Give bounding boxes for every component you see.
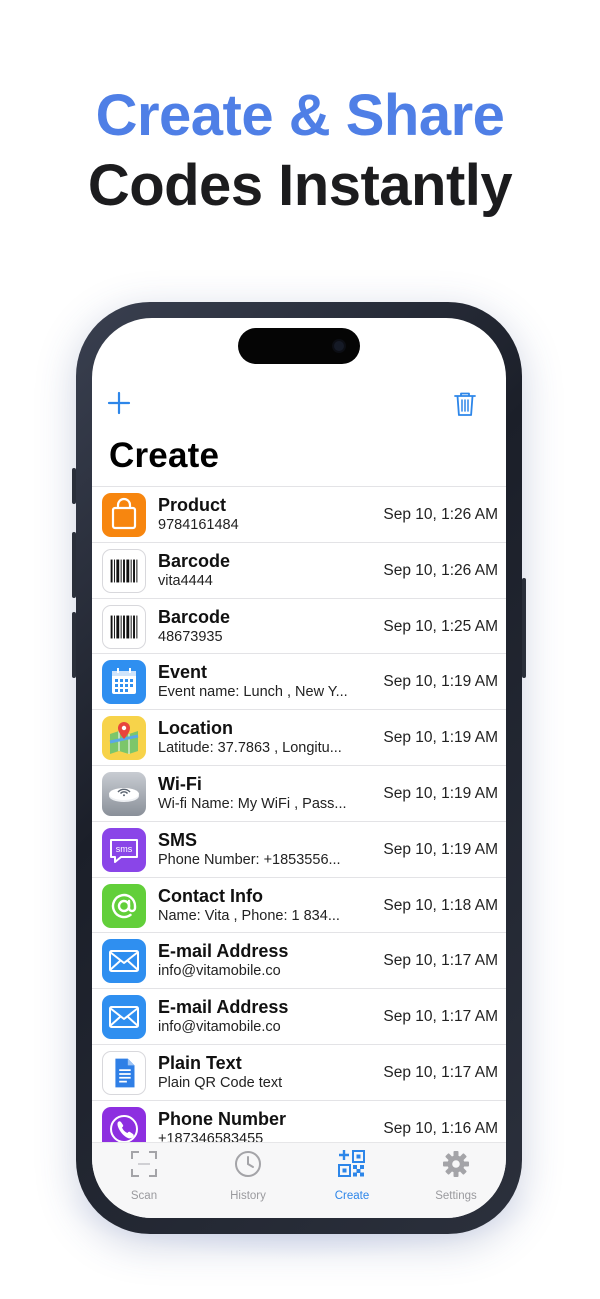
item-date: Sep 10, 1:18 AM — [383, 896, 498, 914]
plus-icon — [107, 391, 131, 415]
at-sign-icon — [102, 883, 146, 928]
list-item-barcode[interactable]: Barcode 48673935 Sep 10, 1:25 AM — [92, 599, 506, 655]
item-date: Sep 10, 1:19 AM — [383, 729, 498, 747]
trash-icon — [454, 392, 476, 416]
page-title: Create — [109, 436, 220, 475]
phone-volume-up-button — [72, 532, 76, 598]
list-item-wifi[interactable]: Wi-Fi Wi-fi Name: My WiFi , Pass... Sep … — [92, 766, 506, 822]
list-item-event[interactable]: Event Event name: Lunch , New Y... Sep 1… — [92, 654, 506, 711]
item-detail: vita4444 — [158, 572, 213, 589]
dynamic-island — [238, 328, 360, 364]
item-date: Sep 10, 1:17 AM — [383, 1063, 498, 1081]
item-date: Sep 10, 1:26 AM — [383, 561, 498, 579]
item-type: Product — [158, 495, 227, 515]
tab-label: Create — [334, 1190, 370, 1202]
phone-action-button — [72, 468, 76, 504]
front-camera — [332, 339, 346, 353]
item-date: Sep 10, 1:17 AM — [383, 1008, 498, 1026]
tab-bar: Scan History Create Settings — [92, 1142, 506, 1218]
list-item-email[interactable]: E-mail Address info@vitamobile.co Sep 10… — [92, 933, 506, 990]
item-detail: +187346583455 — [158, 1130, 264, 1142]
shopping-bag-icon — [102, 493, 146, 537]
item-detail: Phone Number: +1853556... — [158, 851, 341, 868]
list-item-barcode[interactable]: Barcode vita4444 Sep 10, 1:26 AM — [92, 543, 506, 599]
item-type: Contact Info — [158, 885, 263, 906]
item-date: Sep 10, 1:25 AM — [383, 617, 498, 635]
list-item-email[interactable]: E-mail Address info@vitamobile.co Sep 10… — [92, 989, 506, 1045]
add-button[interactable] — [106, 390, 132, 416]
item-detail: Wi-fi Name: My WiFi , Pass... — [158, 795, 347, 812]
item-type: Wi-Fi — [158, 773, 202, 794]
barcode-icon — [102, 548, 146, 593]
item-date: Sep 10, 1:17 AM — [383, 952, 498, 970]
tab-label: History — [230, 1190, 266, 1202]
item-date: Sep 10, 1:19 AM — [383, 784, 498, 802]
item-detail: info@vitamobile.co — [158, 1019, 281, 1036]
item-type: SMS — [158, 829, 198, 850]
list-item-sms[interactable]: sms SMS Phone Number: +1853556... Sep 10… — [92, 822, 506, 878]
item-type: Barcode — [158, 606, 231, 627]
navigation-bar — [92, 382, 506, 426]
envelope-icon — [102, 939, 146, 984]
calendar-icon — [102, 660, 146, 705]
document-icon — [102, 1050, 146, 1095]
created-codes-list[interactable]: Product 9784161484 Sep 10, 1:26 AM Barco… — [92, 486, 506, 1142]
tab-history[interactable]: History — [196, 1149, 300, 1209]
item-date: Sep 10, 1:26 AM — [383, 506, 498, 523]
list-item-plain-text[interactable]: Plain Text Plain QR Code text Sep 10, 1:… — [92, 1045, 506, 1101]
headline-line-1: Create & Share — [95, 83, 505, 148]
item-detail: 9784161484 — [158, 517, 239, 533]
item-type: Plain Text — [158, 1052, 242, 1073]
map-pin-icon — [102, 716, 146, 761]
item-type: Event — [158, 662, 208, 683]
gear-icon — [443, 1151, 469, 1177]
phone-volume-down-button — [72, 612, 76, 678]
item-type: E-mail Address — [158, 941, 289, 962]
item-date: Sep 10, 1:19 AM — [383, 840, 498, 858]
item-type: Barcode — [158, 550, 231, 571]
item-date: Sep 10, 1:19 AM — [383, 673, 498, 691]
item-detail: Plain QR Code text — [158, 1074, 283, 1091]
list-item-phone-number[interactable]: Phone Number +187346583455 Sep 10, 1:16 … — [92, 1101, 506, 1142]
tab-create[interactable]: Create — [300, 1149, 404, 1209]
item-detail: 48673935 — [158, 628, 223, 645]
headline-line-2: Codes Instantly — [87, 153, 513, 218]
item-type: E-mail Address — [158, 997, 289, 1018]
tab-settings[interactable]: Settings — [404, 1149, 506, 1209]
sms-bubble-icon: sms — [102, 827, 146, 872]
list-item-product[interactable]: Product 9784161484 Sep 10, 1:26 AM — [92, 487, 506, 543]
phone-screen: Create Product 9784161484 Sep 10, 1:26 A… — [92, 318, 506, 1218]
barcode-icon — [102, 604, 146, 649]
qr-create-icon — [338, 1150, 365, 1177]
phone-icon — [102, 1106, 146, 1142]
item-detail: info@vitamobile.co — [158, 963, 281, 980]
wifi-router-icon — [102, 771, 146, 816]
list-item-contact-info[interactable]: Contact Info Name: Vita , Phone: 1 834..… — [92, 878, 506, 934]
item-type: Location — [158, 718, 233, 739]
item-type: Phone Number — [158, 1108, 287, 1129]
tab-label: Settings — [435, 1190, 477, 1202]
tab-label: Scan — [130, 1190, 158, 1202]
item-detail: Name: Vita , Phone: 1 834... — [158, 907, 340, 924]
item-detail: Event name: Lunch , New Y... — [158, 684, 348, 701]
item-detail: Latitude: 37.7863 , Longitu... — [158, 740, 342, 757]
envelope-icon — [102, 995, 146, 1040]
list-item-location[interactable]: Location Latitude: 37.7863 , Longitu... … — [92, 710, 506, 766]
delete-button[interactable] — [452, 390, 478, 418]
tab-scan[interactable]: Scan — [92, 1149, 196, 1209]
clock-icon — [235, 1151, 261, 1177]
phone-power-button — [522, 578, 526, 678]
scan-frame-icon — [131, 1151, 157, 1177]
svg-text:sms: sms — [116, 844, 133, 854]
item-date: Sep 10, 1:16 AM — [383, 1119, 498, 1137]
